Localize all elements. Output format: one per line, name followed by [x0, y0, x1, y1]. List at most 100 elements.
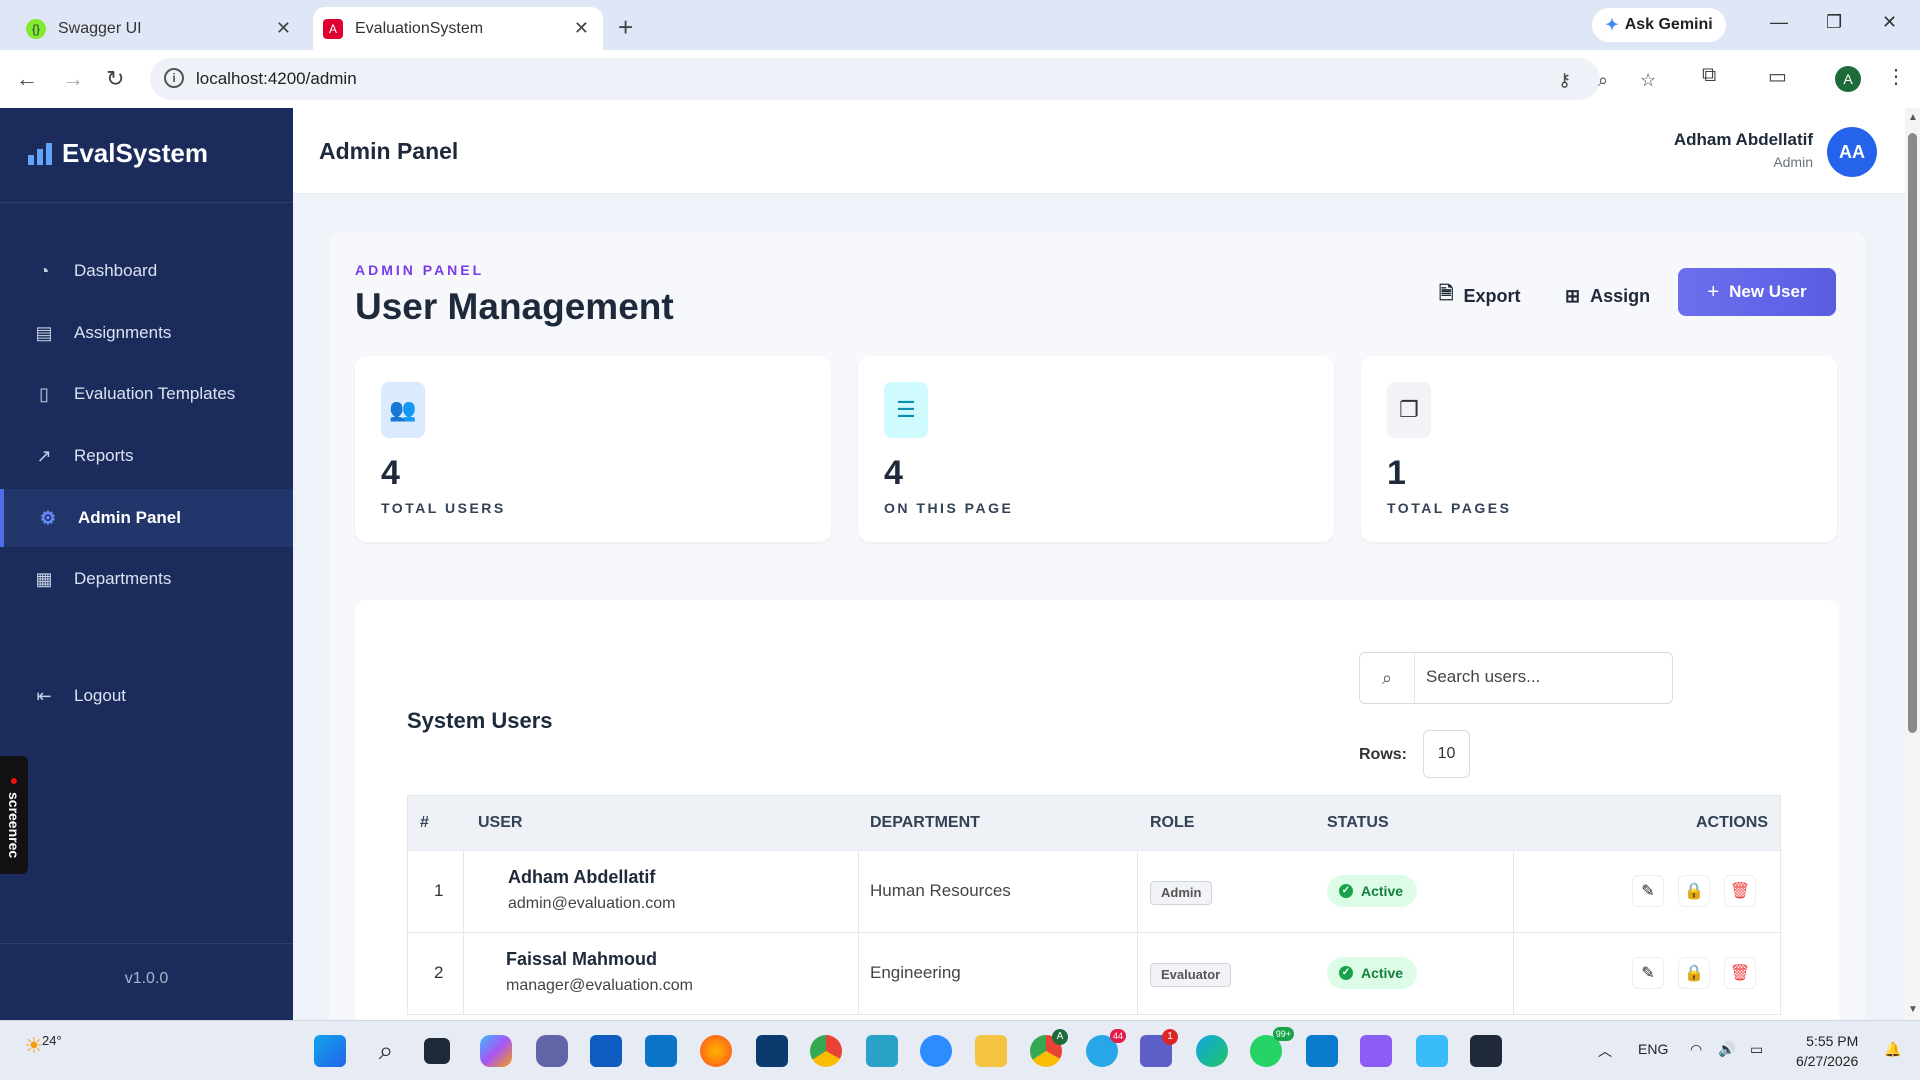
angular-icon: A: [323, 18, 343, 39]
sidebar-item-assignments[interactable]: ▤ Assignments: [0, 304, 293, 362]
sidebar-item-label: Assignments: [74, 323, 172, 342]
firefox-icon[interactable]: [700, 1035, 732, 1067]
table-header: # USER DEPARTMENT ROLE STATUS ACTIONS: [407, 795, 1781, 851]
reload-icon[interactable]: ↻: [106, 66, 124, 92]
lock-icon[interactable]: 🔒: [1678, 875, 1710, 907]
table-row[interactable]: 2 Faissal Mahmoud manager@evaluation.com…: [407, 933, 1781, 1015]
restore-icon[interactable]: ❐: [1826, 12, 1842, 33]
tab-label: Swagger UI: [58, 19, 142, 37]
screenrec-widget[interactable]: ● screenrec: [0, 756, 28, 874]
delete-icon[interactable]: 🗑: [1724, 957, 1756, 989]
close-window-icon[interactable]: ✕: [1882, 12, 1897, 33]
app-version: v1.0.0: [124, 970, 169, 987]
new-tab-icon[interactable]: +: [618, 12, 633, 43]
brand-logo[interactable]: EvalSystem: [28, 138, 208, 169]
bookmark-star-icon[interactable]: ☆: [1640, 70, 1656, 91]
user-name: Faissal Mahmoud: [506, 949, 658, 969]
extensions-icon[interactable]: ⧉: [1702, 64, 1716, 87]
app-icon[interactable]: [756, 1035, 788, 1067]
start-windows-icon[interactable]: [314, 1035, 346, 1067]
network-app-icon[interactable]: [866, 1035, 898, 1067]
scrollbar-thumb[interactable]: [1908, 133, 1917, 733]
col-department: DEPARTMENT: [870, 814, 980, 831]
minimize-icon[interactable]: —: [1770, 12, 1788, 33]
sidebar-item-reports[interactable]: ↗ Reports: [0, 427, 293, 485]
sidebar-item-label: Dashboard: [74, 261, 158, 280]
battery-icon[interactable]: ▭: [1750, 1041, 1763, 1058]
teams-chat-icon[interactable]: [536, 1035, 568, 1067]
visual-studio-icon[interactable]: [1360, 1035, 1392, 1067]
system-clock[interactable]: 5:55 PM 6/27/2026: [1796, 1031, 1858, 1071]
chevron-up-icon[interactable]: ︿: [1598, 1041, 1612, 1061]
scroll-down-icon[interactable]: ▼: [1908, 1004, 1918, 1015]
page-scrollbar[interactable]: ▲ ▼: [1905, 108, 1920, 1020]
file-explorer-icon[interactable]: [975, 1035, 1007, 1067]
close-tab-icon[interactable]: ✕: [574, 18, 589, 39]
divider: [0, 202, 293, 203]
stat-card-total-users: 👥 4 TOTAL USERS: [355, 356, 831, 542]
teams-icon[interactable]: 1: [1140, 1029, 1178, 1067]
outlook-icon[interactable]: [645, 1035, 677, 1067]
password-key-icon[interactable]: ⚷: [1558, 70, 1571, 91]
badge: A: [1052, 1029, 1068, 1045]
chrome-profile-icon[interactable]: A: [1030, 1029, 1068, 1067]
table-row[interactable]: 1 Adham Abdellatif admin@evaluation.com …: [407, 851, 1781, 933]
status-badge: ✓ Active: [1327, 875, 1418, 907]
close-tab-icon[interactable]: ✕: [276, 18, 291, 39]
export-file-icon: 🗎: [1439, 283, 1454, 303]
current-user-role: Admin: [1773, 154, 1813, 170]
notifications-icon[interactable]: 🔔: [1884, 1041, 1901, 1058]
back-icon[interactable]: ←: [16, 66, 38, 92]
address-bar[interactable]: i localhost:4200/admin ⚷ ⌕ ☆: [150, 58, 1656, 100]
export-button[interactable]: 🗎 Export: [1439, 272, 1521, 320]
tab-evaluation-system[interactable]: A EvaluationSystem ✕: [313, 7, 603, 50]
logout-button[interactable]: ⇤ Logout: [0, 667, 293, 725]
sidebar-item-admin-panel[interactable]: ⚙ Admin Panel: [0, 489, 293, 547]
copilot-icon[interactable]: [480, 1035, 512, 1067]
ask-gemini-button[interactable]: ✦ Ask Gemini: [1592, 8, 1726, 42]
card-title: System Users: [407, 708, 553, 733]
sidebar-item-dashboard[interactable]: ◔ Dashboard: [0, 242, 293, 300]
tab-search-icon[interactable]: ▭: [1768, 64, 1787, 89]
building-icon: ▦: [35, 568, 53, 589]
delete-icon[interactable]: 🗑: [1724, 875, 1756, 907]
terminal-icon[interactable]: [1470, 1035, 1502, 1067]
menu-kebab-icon[interactable]: ⋮: [1886, 64, 1906, 89]
zoom-icon[interactable]: ⌕: [1598, 70, 1608, 91]
search-field[interactable]: ⌕: [1359, 652, 1673, 704]
forward-icon[interactable]: →: [62, 66, 84, 92]
tab-swagger[interactable]: {} Swagger UI ✕: [10, 7, 305, 50]
new-user-button[interactable]: + New User: [1678, 268, 1836, 316]
vscode-icon[interactable]: [1306, 1035, 1338, 1067]
rows-per-page-input[interactable]: 10: [1423, 730, 1470, 778]
edit-icon[interactable]: ✎: [1632, 875, 1664, 907]
whatsapp-icon[interactable]: 99+: [1250, 1027, 1294, 1067]
volume-icon[interactable]: 🔊: [1718, 1041, 1735, 1058]
edit-icon[interactable]: ✎: [1632, 957, 1664, 989]
task-view-icon[interactable]: [424, 1038, 450, 1064]
site-info-icon[interactable]: i: [164, 68, 184, 88]
weather-widget[interactable]: ☀ 24°: [24, 1033, 62, 1059]
sidebar-item-evaluation-templates[interactable]: ▯ Evaluation Templates: [0, 365, 293, 423]
edge-icon[interactable]: [1196, 1035, 1228, 1067]
scroll-up-icon[interactable]: ▲: [1908, 112, 1918, 123]
assign-button[interactable]: ⊞ Assign: [1565, 272, 1650, 320]
search-icon[interactable]: ⌕: [370, 1035, 402, 1067]
system-users-card: System Users ⌕ Rows: 10 # USER DEPARTMEN…: [355, 600, 1839, 1040]
telegram-icon[interactable]: 44: [1086, 1029, 1126, 1067]
profile-avatar[interactable]: A: [1835, 66, 1861, 92]
photos-icon[interactable]: [1416, 1035, 1448, 1067]
user-department: Engineering: [870, 963, 961, 982]
search-input[interactable]: [1426, 667, 1656, 687]
role-badge: Admin: [1150, 881, 1213, 905]
sidebar-item-departments[interactable]: ▦ Departments: [0, 550, 293, 608]
store-icon[interactable]: [590, 1035, 622, 1067]
chrome-icon[interactable]: [810, 1035, 842, 1067]
zoom-icon[interactable]: [920, 1035, 952, 1067]
lock-icon[interactable]: 🔒: [1678, 957, 1710, 989]
language-indicator[interactable]: ENG: [1638, 1041, 1668, 1057]
stat-label: ON THIS PAGE: [884, 500, 1014, 516]
wifi-icon[interactable]: ◠: [1690, 1041, 1702, 1058]
url-text: localhost:4200/admin: [196, 69, 357, 88]
avatar[interactable]: AA: [1827, 127, 1877, 177]
